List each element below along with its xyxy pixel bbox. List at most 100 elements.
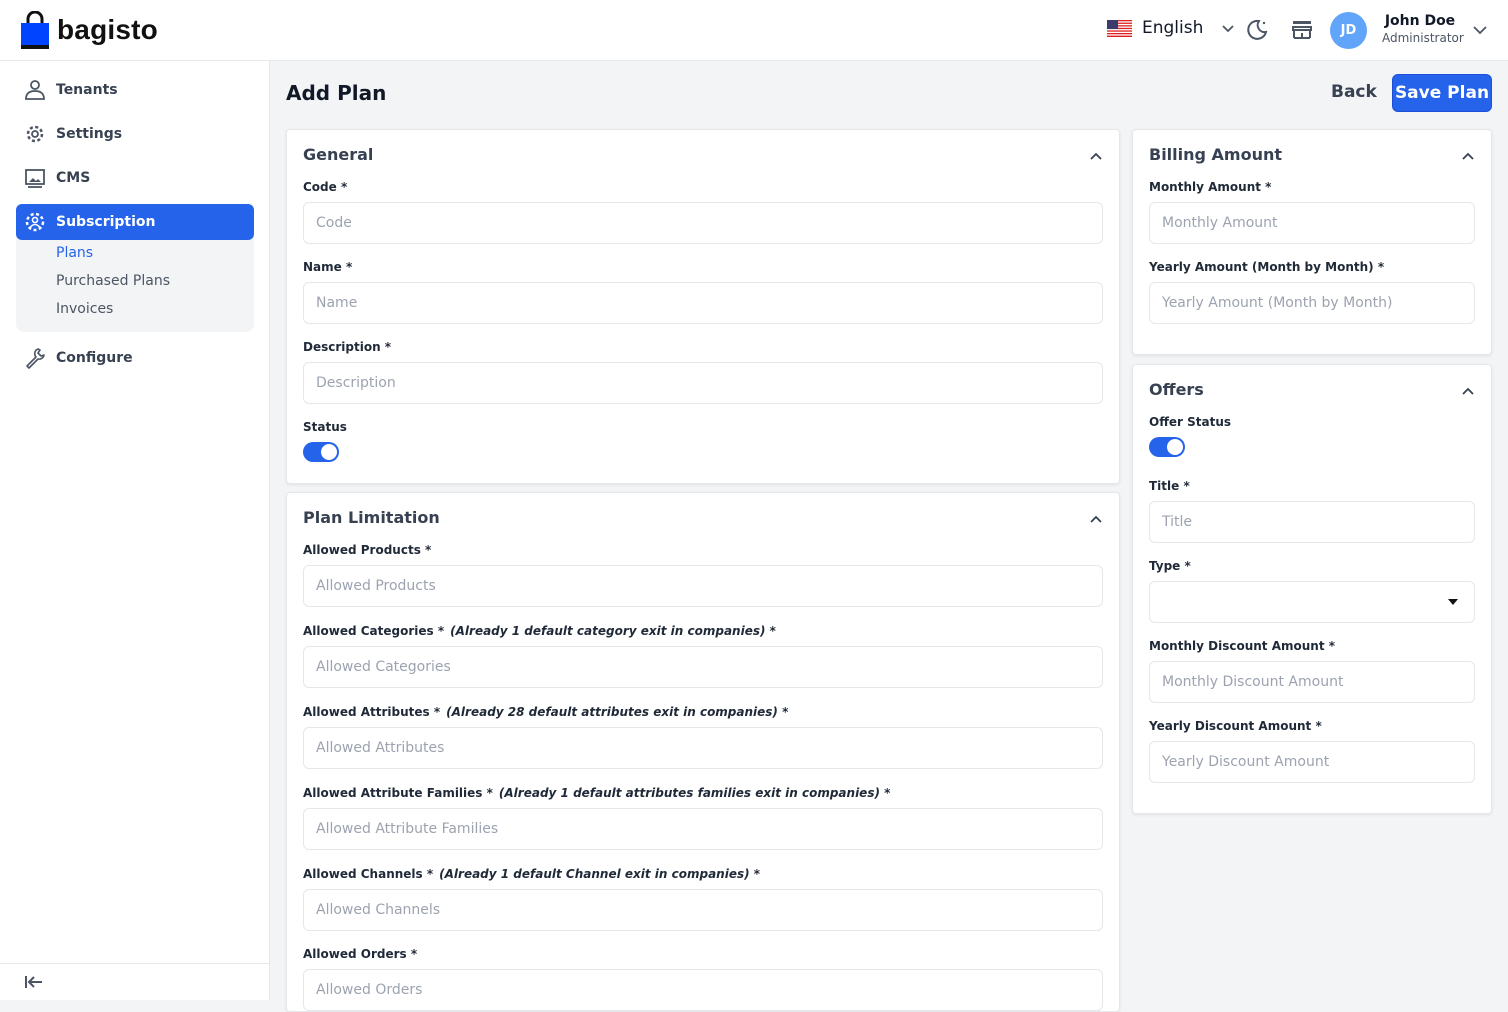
offer-type-select[interactable] — [1149, 581, 1475, 623]
save-plan-button[interactable]: Save Plan — [1392, 74, 1492, 112]
allowed-categories-input[interactable] — [303, 646, 1103, 688]
yearly-discount-input[interactable] — [1149, 741, 1475, 783]
collapse-sidebar-button[interactable] — [24, 974, 44, 994]
user-name: John Doe — [1384, 13, 1456, 29]
monthly-discount-input[interactable] — [1149, 661, 1475, 703]
allowed-products-label: Allowed Products * — [303, 543, 432, 557]
monthly-discount-label: Monthly Discount Amount * — [1149, 639, 1336, 653]
allowed-products-input[interactable] — [303, 565, 1103, 607]
user-menu-toggle[interactable] — [1472, 22, 1488, 42]
user-info[interactable]: John Doe Administrator — [1382, 13, 1464, 45]
sidebar-item-configure[interactable]: Configure — [16, 340, 254, 376]
sidebar-item-label: Settings — [56, 126, 123, 142]
yearly-discount-label: Yearly Discount Amount * — [1149, 719, 1322, 733]
sidebar-item-label: CMS — [56, 170, 91, 186]
label-hint: (Already 28 default attributes exit in c… — [446, 705, 789, 719]
top-bar: bagisto English JD John Doe Administrato… — [0, 0, 1508, 61]
logo[interactable]: bagisto — [21, 11, 158, 49]
status-label: Status — [303, 420, 347, 434]
monitor-image-icon — [25, 169, 45, 188]
sidebar-subitem-invoices[interactable]: Invoices — [56, 301, 113, 317]
language-label: English — [1142, 18, 1204, 38]
yearly-amount-input[interactable] — [1149, 282, 1475, 324]
name-input[interactable] — [303, 282, 1103, 324]
sidebar-item-subscription[interactable]: Subscription — [16, 204, 254, 240]
collapse-left-icon — [25, 976, 42, 988]
page-title: Add Plan — [286, 81, 387, 105]
subscription-submenu: Plans Purchased Plans Invoices — [16, 236, 254, 332]
dark-mode-toggle[interactable] — [1245, 18, 1269, 46]
user-role: Administrator — [1382, 31, 1464, 45]
code-label: Code * — [303, 180, 348, 194]
store-icon — [1292, 21, 1312, 39]
offers-card: Offers Offer Status Title * Type * Month… — [1132, 364, 1492, 814]
storefront-button[interactable] — [1291, 18, 1313, 46]
allowed-categories-label: Allowed Categories * (Already 1 default c… — [303, 624, 776, 638]
allowed-orders-label: Allowed Orders * — [303, 947, 418, 961]
card-title: Plan Limitation — [303, 508, 440, 527]
chevron-up-icon — [1462, 152, 1474, 160]
label-text: Allowed Categories * — [303, 624, 445, 638]
sidebar-footer — [0, 963, 270, 1000]
chevron-up-icon — [1090, 515, 1102, 523]
users-gear-icon — [25, 212, 45, 232]
sidebar-subitem-purchased-plans[interactable]: Purchased Plans — [56, 273, 170, 289]
general-card: General Code * Name * Description * Stat… — [286, 129, 1120, 484]
label-text: Allowed Attributes * — [303, 705, 441, 719]
plan-limitation-card: Plan Limitation Allowed Products * Allow… — [286, 492, 1120, 1012]
label-hint: (Already 1 default attributes families e… — [498, 786, 891, 800]
collapse-limitation-button[interactable] — [1089, 511, 1103, 530]
chevron-down-icon — [1222, 25, 1235, 33]
sidebar-item-cms[interactable]: CMS — [16, 160, 254, 196]
caret-down-icon — [1448, 599, 1458, 605]
allowed-attribute-families-input[interactable] — [303, 808, 1103, 850]
description-input[interactable] — [303, 362, 1103, 404]
card-title: General — [303, 145, 374, 164]
moon-icon — [1247, 19, 1268, 40]
name-label: Name * — [303, 260, 353, 274]
avatar[interactable]: JD — [1330, 12, 1367, 49]
allowed-channels-input[interactable] — [303, 889, 1103, 931]
sidebar-item-label: Configure — [56, 350, 133, 366]
toggle-knob — [1167, 439, 1183, 455]
yearly-amount-label: Yearly Amount (Month by Month) * — [1149, 260, 1385, 274]
allowed-attributes-input[interactable] — [303, 727, 1103, 769]
label-hint: (Already 1 default category exit in comp… — [450, 624, 776, 638]
chevron-up-icon — [1090, 152, 1102, 160]
back-button[interactable]: Back — [1320, 80, 1388, 104]
sidebar-subitem-plans[interactable]: Plans — [56, 245, 93, 261]
monthly-amount-input[interactable] — [1149, 202, 1475, 244]
sidebar-item-label: Subscription — [56, 214, 156, 230]
sidebar-item-tenants[interactable]: Tenants — [16, 72, 254, 108]
label-text: Allowed Attribute Families * — [303, 786, 493, 800]
code-input[interactable] — [303, 202, 1103, 244]
offer-status-label: Offer Status — [1149, 415, 1232, 429]
collapse-billing-button[interactable] — [1461, 148, 1475, 167]
description-label: Description * — [303, 340, 392, 354]
collapse-offers-button[interactable] — [1461, 383, 1475, 402]
monthly-amount-label: Monthly Amount * — [1149, 180, 1272, 194]
status-toggle[interactable] — [303, 442, 339, 462]
wrench-icon — [26, 348, 45, 369]
offer-type-label: Type * — [1149, 559, 1191, 573]
brand-name: bagisto — [57, 14, 158, 45]
billing-amount-card: Billing Amount Monthly Amount * Yearly A… — [1132, 129, 1492, 355]
label-hint: (Already 1 default Channel exit in compa… — [439, 867, 761, 881]
collapse-general-button[interactable] — [1089, 148, 1103, 167]
card-title: Billing Amount — [1149, 145, 1283, 164]
us-flag-icon — [1107, 19, 1132, 37]
user-icon — [25, 80, 45, 100]
shopping-bag-icon — [21, 11, 49, 49]
allowed-channels-label: Allowed Channels * (Already 1 default Cha… — [303, 867, 760, 881]
sidebar: Tenants Settings CMS Plans Purchased Pla… — [0, 61, 270, 1000]
allowed-orders-input[interactable] — [303, 969, 1103, 1011]
allowed-attribute-families-label: Allowed Attribute Families * (Already 1 d… — [303, 786, 890, 800]
allowed-attributes-label: Allowed Attributes * (Already 28 default … — [303, 705, 788, 719]
offer-title-input[interactable] — [1149, 501, 1475, 543]
language-selector[interactable]: English — [1107, 18, 1235, 38]
chevron-up-icon — [1462, 387, 1474, 395]
offer-status-toggle[interactable] — [1149, 437, 1185, 457]
sidebar-item-settings[interactable]: Settings — [16, 116, 254, 152]
offer-title-label: Title * — [1149, 479, 1190, 493]
card-title: Offers — [1149, 380, 1204, 399]
